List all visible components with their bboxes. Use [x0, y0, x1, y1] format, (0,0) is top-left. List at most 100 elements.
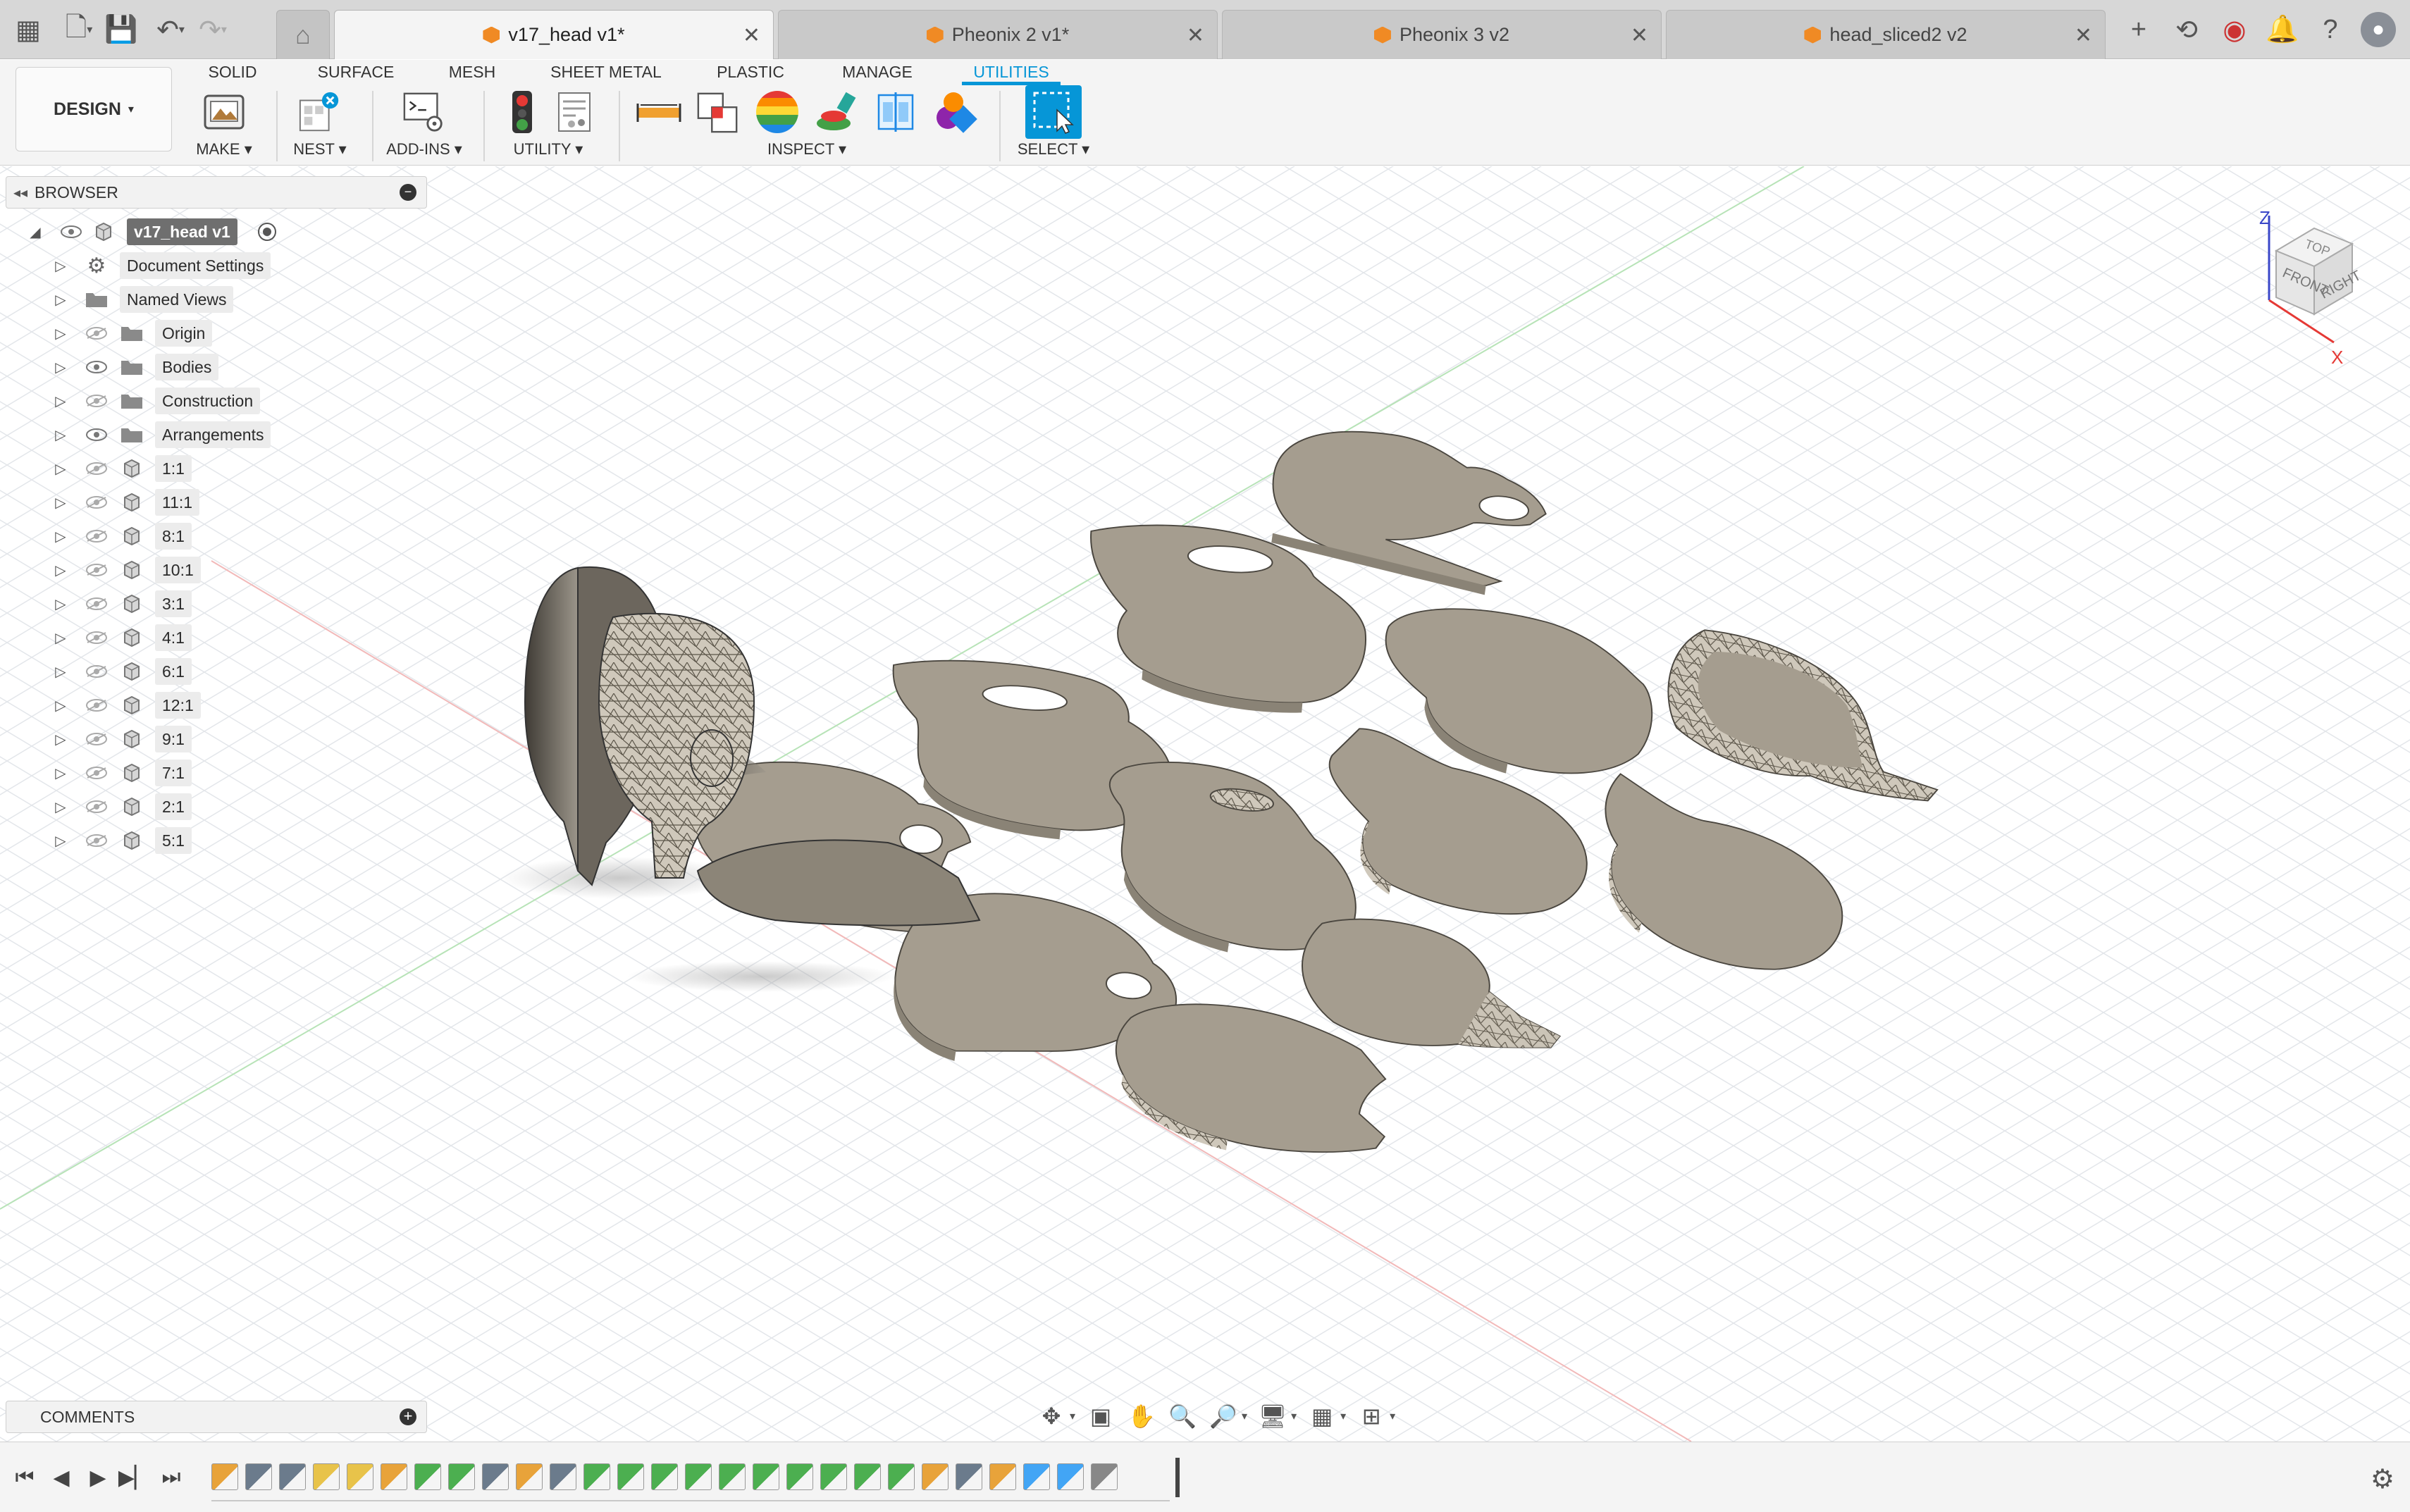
expand-arrow-icon[interactable]: ▷ — [52, 832, 69, 850]
timeline-feature-icon[interactable] — [245, 1463, 272, 1490]
collapse-panel-icon[interactable]: ◂◂ — [6, 184, 35, 202]
timeline-feature-icon[interactable] — [381, 1463, 407, 1490]
visibility-eye-icon[interactable] — [85, 664, 109, 679]
expand-arrow-icon[interactable]: ▷ — [52, 764, 69, 782]
expand-arrow-icon[interactable]: ◢ — [27, 223, 44, 241]
expand-arrow-icon[interactable]: ▷ — [52, 426, 69, 444]
timeline-feature-icon[interactable] — [719, 1463, 746, 1490]
timeline-feature-icon[interactable] — [313, 1463, 340, 1490]
expand-arrow-icon[interactable]: ▷ — [52, 731, 69, 748]
visibility-eye-icon[interactable] — [85, 562, 109, 578]
tab-pheonix-3[interactable]: Pheonix 3 v2 ✕ — [1222, 10, 1662, 59]
expand-arrow-icon[interactable]: ▷ — [52, 562, 69, 579]
interference-icon[interactable] — [696, 89, 741, 135]
curvature-comb-icon[interactable] — [755, 89, 800, 135]
look-at-icon[interactable]: ▣ — [1085, 1401, 1116, 1432]
go-to-end-icon[interactable]: ⏭ — [161, 1463, 182, 1492]
step-forward-icon[interactable]: ▶▏ — [118, 1463, 151, 1492]
expand-arrow-icon[interactable]: ▷ — [52, 494, 69, 512]
timeline-feature-icon[interactable] — [888, 1463, 915, 1490]
visibility-eye-icon[interactable] — [85, 731, 109, 747]
timeline-feature-icon[interactable] — [786, 1463, 813, 1490]
expand-arrow-icon[interactable]: ▷ — [52, 359, 69, 376]
section-analysis-icon[interactable] — [873, 89, 918, 135]
minimize-panel-icon[interactable]: − — [400, 184, 416, 201]
tab-plastic[interactable]: PLASTIC — [712, 60, 789, 85]
timeline-feature-icon[interactable] — [989, 1463, 1016, 1490]
expand-arrow-icon[interactable]: ▷ — [52, 697, 69, 714]
visibility-eye-icon[interactable] — [85, 833, 109, 848]
tab-manage[interactable]: MANAGE — [839, 60, 916, 85]
close-tab-icon[interactable]: ✕ — [743, 23, 760, 48]
viewports-icon[interactable]: ⊞ — [1356, 1401, 1387, 1432]
extensions-icon[interactable]: ⟲ — [2169, 12, 2204, 47]
expand-arrow-icon[interactable]: ▷ — [52, 460, 69, 478]
close-tab-icon[interactable]: ✕ — [1187, 23, 1204, 48]
timeline-feature-icon[interactable] — [617, 1463, 644, 1490]
visibility-eye-icon[interactable] — [85, 765, 109, 781]
sliced-body-plates[interactable] — [677, 419, 1960, 1172]
save-icon[interactable]: 💾 — [100, 8, 142, 51]
notifications-bell-icon[interactable]: 🔔 — [2265, 12, 2300, 47]
add-comment-icon[interactable]: + — [400, 1408, 416, 1425]
timeline-feature-icon[interactable] — [685, 1463, 712, 1490]
visibility-eye-icon[interactable] — [85, 698, 109, 713]
orbit-icon[interactable]: ✥ — [1036, 1401, 1067, 1432]
tab-solid[interactable]: SOLID — [197, 60, 268, 85]
nest-arrange-icon[interactable] — [297, 89, 342, 135]
undo-icon[interactable]: ↶ ▾ — [149, 8, 192, 51]
activate-component-radio[interactable] — [258, 223, 276, 241]
timeline-feature-icon[interactable] — [414, 1463, 441, 1490]
grid-settings-icon[interactable]: ▦ — [1306, 1401, 1337, 1432]
scripts-addins-icon[interactable] — [402, 89, 447, 135]
step-back-icon[interactable]: ◀ — [51, 1463, 72, 1492]
tab-mesh[interactable]: MESH — [444, 60, 500, 85]
timeline-settings-gear-icon[interactable]: ⚙ — [2371, 1463, 2394, 1495]
job-status-icon[interactable]: ◉ — [2217, 12, 2252, 47]
close-tab-icon[interactable]: ✕ — [2075, 23, 2092, 48]
visibility-eye-icon[interactable] — [85, 495, 109, 510]
timeline-feature-icon[interactable] — [1023, 1463, 1050, 1490]
timeline-feature-icon[interactable] — [211, 1463, 238, 1490]
timeline-feature-icon[interactable] — [583, 1463, 610, 1490]
visibility-eye-icon[interactable] — [85, 630, 109, 645]
3d-print-icon[interactable] — [202, 89, 247, 135]
tab-v17-head[interactable]: v17_head v1* ✕ — [334, 10, 774, 59]
visibility-eye-icon[interactable] — [85, 393, 109, 409]
traffic-light-icon[interactable] — [500, 89, 545, 135]
home-icon[interactable]: ⌂ — [276, 10, 330, 59]
visibility-eye-icon[interactable] — [85, 461, 109, 476]
redo-icon[interactable]: ↷ ▾ — [192, 8, 234, 51]
pan-hand-icon[interactable]: ✋ — [1126, 1401, 1157, 1432]
zoom-icon[interactable]: 🔍 — [1167, 1401, 1198, 1432]
timeline-feature-icon[interactable] — [516, 1463, 543, 1490]
timeline-feature-icon[interactable] — [482, 1463, 509, 1490]
timeline-feature-icon[interactable] — [753, 1463, 779, 1490]
tab-surface[interactable]: SURFACE — [310, 60, 402, 85]
timeline-feature-icon[interactable] — [956, 1463, 982, 1490]
timeline-feature-icon[interactable] — [347, 1463, 373, 1490]
comments-panel[interactable]: COMMENTS + — [6, 1401, 427, 1433]
timeline-feature-icon[interactable] — [279, 1463, 306, 1490]
expand-arrow-icon[interactable]: ▷ — [52, 291, 69, 309]
timeline-feature-icon[interactable] — [448, 1463, 475, 1490]
expand-arrow-icon[interactable]: ▷ — [52, 528, 69, 545]
timeline-feature-icon[interactable] — [820, 1463, 847, 1490]
zoom-window-icon[interactable]: 🔎 — [1208, 1401, 1239, 1432]
user-avatar[interactable]: ● — [2361, 12, 2396, 47]
expand-arrow-icon[interactable]: ▷ — [52, 595, 69, 613]
help-icon[interactable]: ? — [2313, 12, 2348, 47]
timeline-feature-icon[interactable] — [922, 1463, 948, 1490]
select-cursor-icon[interactable] — [1025, 85, 1082, 139]
visibility-eye-icon[interactable] — [85, 799, 109, 814]
app-grid-icon[interactable]: ▦ — [7, 8, 49, 51]
timeline-feature-icon[interactable] — [1057, 1463, 1084, 1490]
tab-utilities[interactable]: UTILITIES — [962, 60, 1061, 85]
expand-arrow-icon[interactable]: ▷ — [52, 257, 69, 275]
expand-arrow-icon[interactable]: ▷ — [52, 798, 69, 816]
visibility-eye-icon[interactable] — [85, 596, 109, 612]
play-icon[interactable]: ▶ — [87, 1463, 109, 1492]
file-menu-icon[interactable]: 🗋 ▾ — [58, 8, 100, 51]
zebra-analysis-icon[interactable] — [814, 89, 859, 135]
new-tab-plus-icon[interactable]: + — [2121, 12, 2156, 47]
